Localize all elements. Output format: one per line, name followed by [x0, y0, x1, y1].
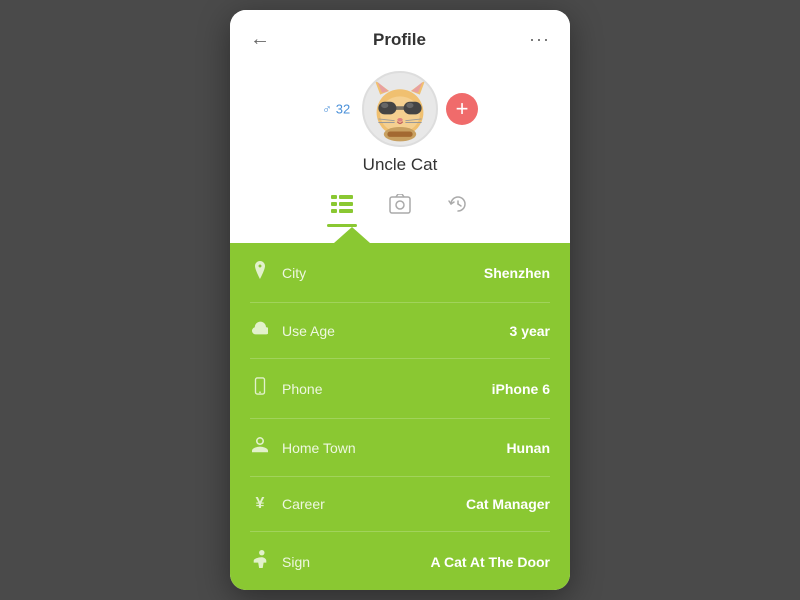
city-label: City: [282, 265, 306, 281]
useage-label: Use Age: [282, 323, 335, 339]
useage-value: 3 year: [510, 323, 550, 339]
hometown-value: Hunan: [506, 440, 550, 456]
sign-value: A Cat At The Door: [430, 554, 550, 570]
info-row-career: ¥ Career Cat Manager: [250, 477, 550, 532]
tabs: [327, 187, 473, 227]
tab-connector-area: [230, 227, 570, 243]
info-row-phone: Phone iPhone 6: [250, 359, 550, 419]
sign-label: Sign: [282, 554, 310, 570]
phone-label: Phone: [282, 381, 322, 397]
info-row-useage: Use Age 3 year: [250, 303, 550, 359]
info-row-sign: Sign A Cat At The Door: [250, 532, 550, 590]
gender-icon: ♂: [322, 102, 332, 117]
career-label: Career: [282, 496, 325, 512]
city-value: Shenzhen: [484, 265, 550, 281]
profile-section: ♂ 32: [230, 61, 570, 227]
avatar: [362, 71, 438, 147]
phone-icon: [250, 377, 270, 400]
back-button[interactable]: ←: [250, 28, 270, 51]
more-button[interactable]: ···: [529, 29, 550, 50]
user-name: Uncle Cat: [363, 155, 438, 175]
age-label: 32: [336, 102, 350, 117]
gender-age: ♂ 32: [322, 102, 350, 117]
info-section: City Shenzhen Use Age 3 year: [230, 243, 570, 590]
hometown-icon: [250, 437, 270, 458]
city-icon: [250, 261, 270, 284]
page-title: Profile: [373, 30, 426, 50]
avatar-wrapper: ♂ 32: [362, 71, 438, 147]
phone-value: iPhone 6: [492, 381, 550, 397]
info-row-hometown: Home Town Hunan: [250, 419, 550, 477]
sign-icon: [250, 550, 270, 573]
info-row-city: City Shenzhen: [250, 243, 550, 303]
useage-icon: [250, 321, 270, 340]
tab-connector-bottom: [334, 227, 370, 243]
add-button[interactable]: +: [446, 93, 478, 125]
phone-frame: ← Profile ··· ♂ 32: [230, 10, 570, 590]
career-icon: ¥: [250, 495, 270, 513]
tab-history[interactable]: [443, 187, 473, 227]
hometown-label: Home Town: [282, 440, 356, 456]
tab-list[interactable]: [327, 189, 357, 225]
tab-photo[interactable]: [385, 188, 415, 226]
header: ← Profile ···: [230, 10, 570, 61]
career-value: Cat Manager: [466, 496, 550, 512]
